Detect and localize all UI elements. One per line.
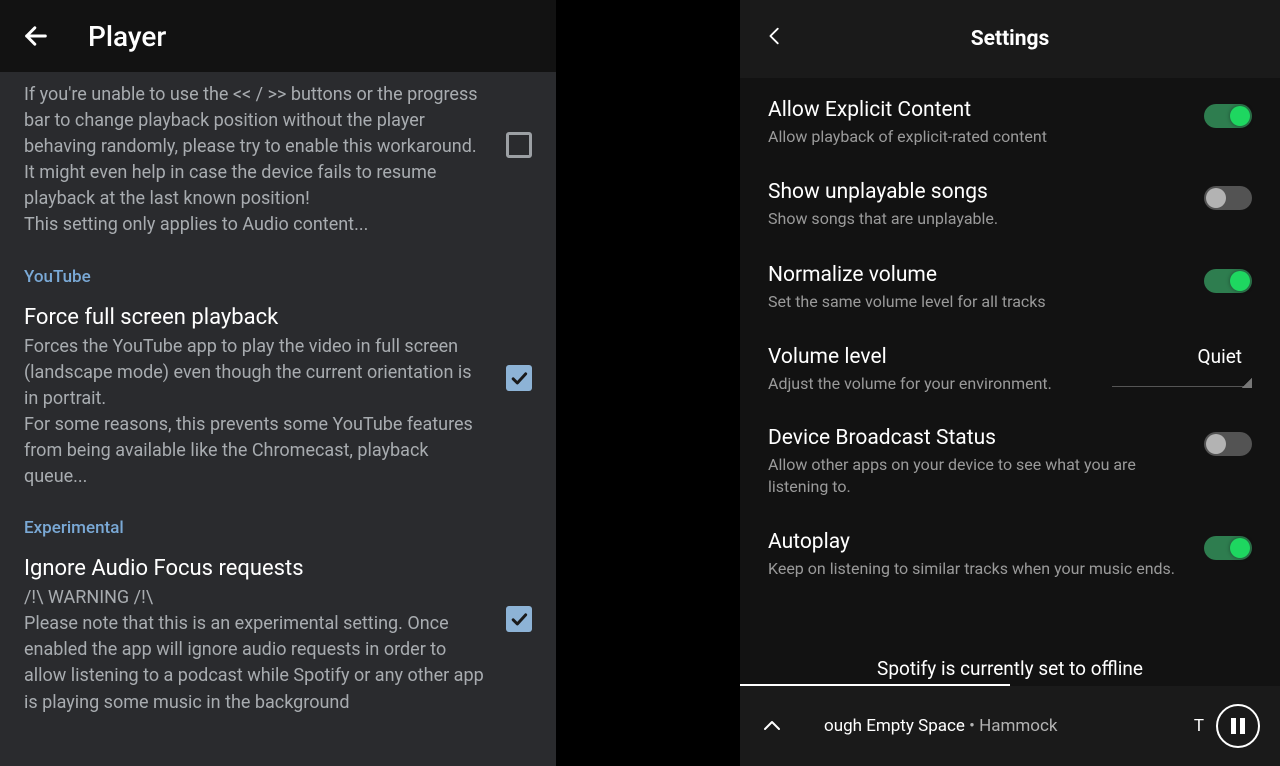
allow-explicit-title: Allow Explicit Content [768,98,1188,122]
show-unplayable-title: Show unplayable songs [768,180,1188,204]
checkbox-checked-icon[interactable] [506,365,532,391]
back-chevron-icon[interactable] [764,25,792,53]
volume-level-value: Quiet [1112,345,1252,368]
toggle-off-icon[interactable] [1204,432,1252,456]
allow-explicit-desc: Allow playback of explicit-rated content [768,126,1188,148]
toggle-on-icon[interactable] [1204,269,1252,293]
normalize-volume-desc: Set the same volume level for all tracks [768,291,1188,313]
now-playing-right-text: T [1194,716,1204,736]
ignore-audio-focus-setting[interactable]: Ignore Audio Focus requests /!\ WARNING … [24,556,532,715]
autoplay-setting[interactable]: Autoplay Keep on listening to similar tr… [768,530,1252,580]
autoplay-title: Autoplay [768,530,1188,554]
left-header-title: Player [88,20,166,53]
now-playing-artist: Hammock [979,716,1057,736]
toggle-on-icon[interactable] [1204,104,1252,128]
autoplay-desc: Keep on listening to similar tracks when… [768,558,1188,580]
volume-level-title: Volume level [768,345,1096,369]
toggle-off-icon[interactable] [1204,186,1252,210]
volume-level-setting[interactable]: Volume level Adjust the volume for your … [768,345,1252,395]
force-fullscreen-setting[interactable]: Force full screen playback Forces the Yo… [24,305,532,491]
back-arrow-icon[interactable] [20,20,52,52]
toggle-on-icon[interactable] [1204,536,1252,560]
pause-button[interactable] [1216,704,1260,748]
spacer [556,0,740,766]
device-broadcast-setting[interactable]: Device Broadcast Status Allow other apps… [768,426,1252,499]
allow-explicit-setting[interactable]: Allow Explicit Content Allow playback of… [768,98,1252,148]
section-label-experimental: Experimental [24,518,532,538]
right-header-title: Settings [740,27,1280,51]
show-unplayable-setting[interactable]: Show unplayable songs Show songs that ar… [768,180,1252,230]
force-fullscreen-title: Force full screen playback [24,305,490,330]
checkbox-unchecked-icon[interactable] [506,132,532,158]
ignore-audio-focus-desc: /!\ WARNING /!\ Please note that this is… [24,585,490,715]
player-settings-pane: Player If you're unable to use the << / … [0,0,556,766]
force-fullscreen-desc: Forces the YouTube app to play the video… [24,334,490,491]
ignore-audio-focus-title: Ignore Audio Focus requests [24,556,490,581]
normalize-volume-setting[interactable]: Normalize volume Set the same volume lev… [768,263,1252,313]
now-playing-text: ough Empty Space • Hammock [824,716,1194,736]
volume-level-dropdown[interactable]: Quiet [1112,345,1252,387]
section-label-youtube: YouTube [24,267,532,287]
right-header: Settings [740,0,1280,78]
offline-banner: Spotify is currently set to offline [740,651,1280,686]
now-playing-bar[interactable]: ough Empty Space • Hammock T [740,686,1280,766]
pause-icon [1231,718,1245,734]
left-header: Player [0,0,556,72]
show-unplayable-desc: Show songs that are unplayable. [768,208,1188,230]
dropdown-triangle-icon [1242,378,1252,388]
playback-workaround-desc: If you're unable to use the << / >> butt… [24,82,490,239]
device-broadcast-desc: Allow other apps on your device to see w… [768,454,1188,499]
playback-workaround-setting[interactable]: If you're unable to use the << / >> butt… [24,82,532,239]
now-playing-track: ough Empty Space [824,716,965,736]
checkbox-checked-icon[interactable] [506,606,532,632]
device-broadcast-title: Device Broadcast Status [768,426,1188,450]
normalize-volume-title: Normalize volume [768,263,1188,287]
volume-level-desc: Adjust the volume for your environment. [768,373,1096,395]
chevron-up-icon[interactable] [760,714,784,738]
spotify-settings-pane: Settings Allow Explicit Content Allow pl… [740,0,1280,766]
